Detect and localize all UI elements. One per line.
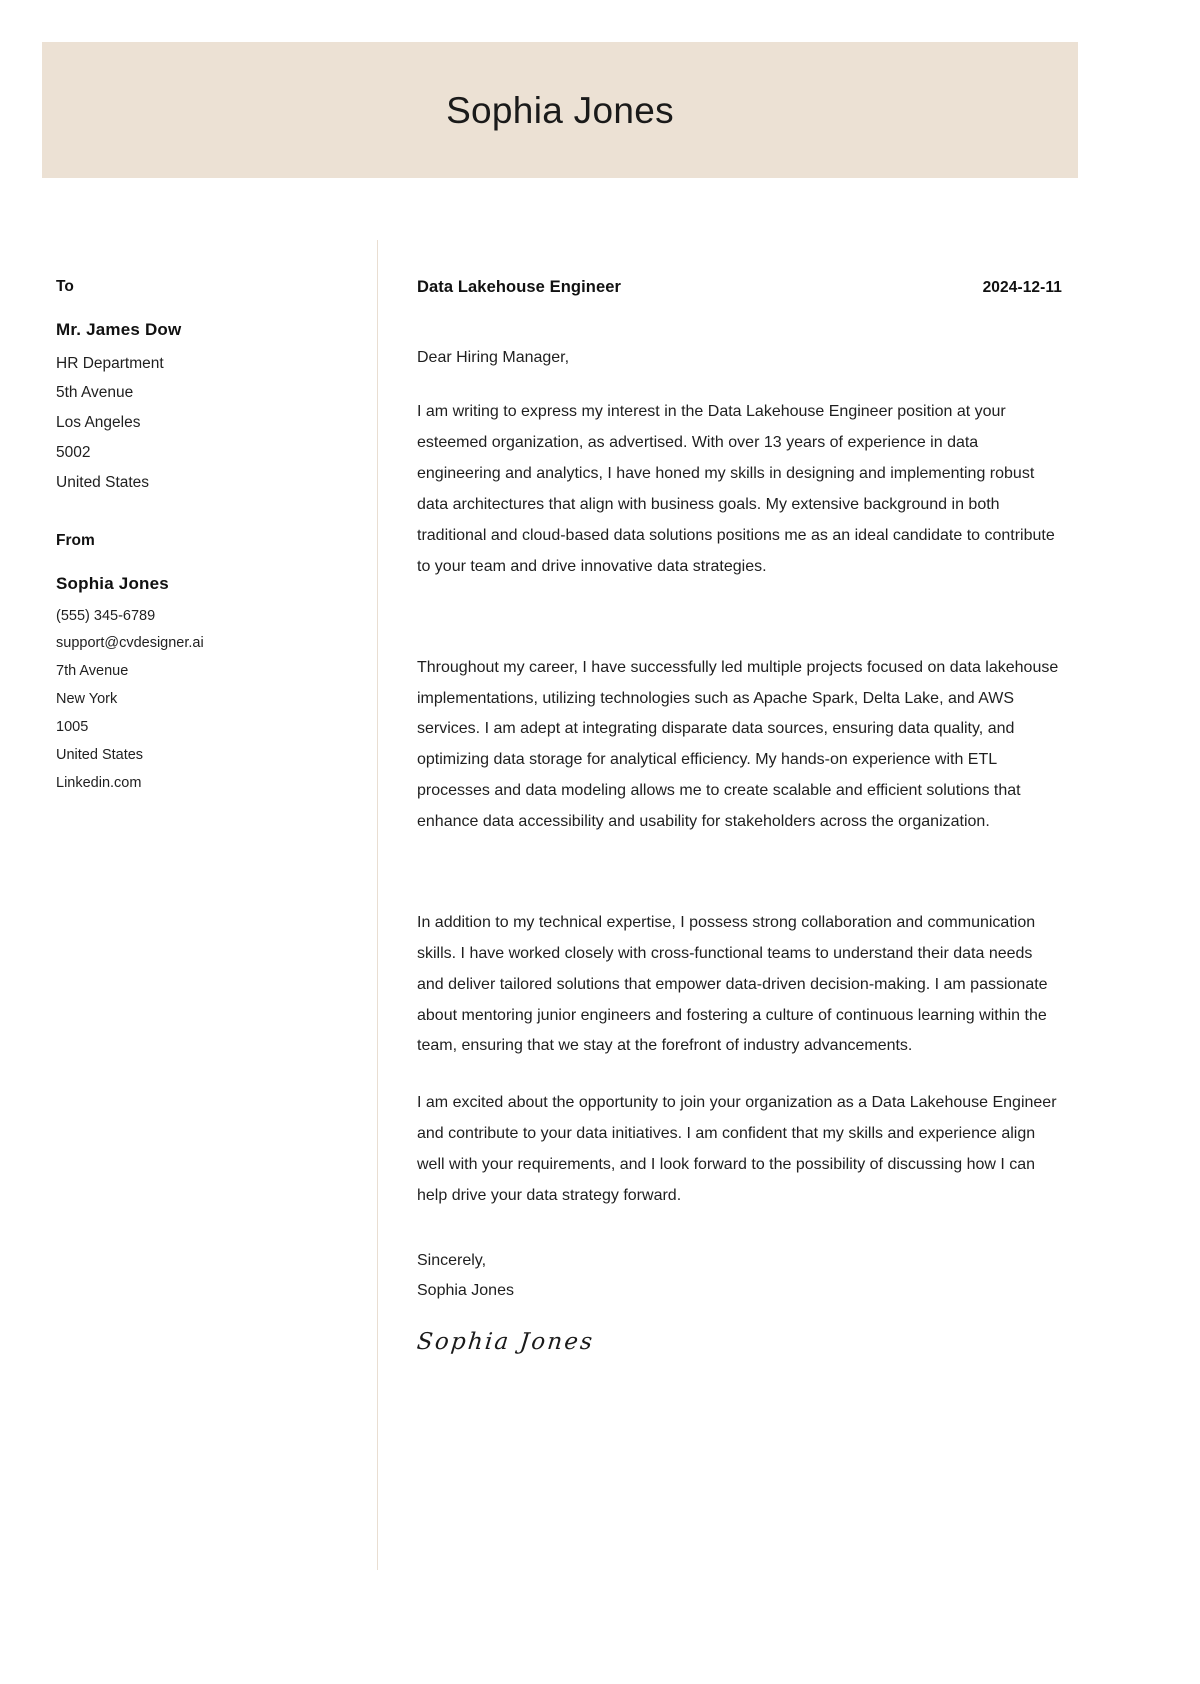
recipient-heading: To (56, 278, 74, 295)
letter-paragraph: Throughout my career, I have successfull… (417, 658, 1059, 831)
closing-salutation: Sincerely, (417, 1251, 487, 1269)
recipient-line: 5002 (56, 444, 91, 462)
sender-heading: From (56, 532, 95, 550)
recipient-line: Los Angeles (56, 414, 141, 432)
recipient-line: United States (56, 474, 150, 492)
sender-line: 7th Avenue (56, 663, 129, 680)
sender-line: United States (56, 746, 144, 763)
letter-paragraph: I am writing to express my interest in t… (417, 403, 1055, 575)
closing-name: Sophia Jones (417, 1282, 514, 1300)
sender-phone: (555) 345-6789 (56, 607, 156, 624)
salutation: Dear Hiring Manager, (417, 349, 570, 366)
signature: Sophia Jones (415, 1328, 596, 1355)
recipient-line: 5th Avenue (56, 384, 134, 402)
recipient-block: To Mr. James Dow HR Department 5th Avenu… (56, 278, 356, 498)
sender-name: Sophia Jones (56, 573, 169, 593)
recipient-line: HR Department (56, 354, 164, 372)
closing-block: Sincerely, Sophia Jones (417, 1246, 1062, 1307)
sender-line: 1005 (56, 718, 89, 735)
letter-body: Data Lakehouse Engineer 2024-12-11 Dear … (415, 278, 1062, 1355)
cover-letter-page: Sophia Jones To Mr. James Dow HR Departm… (0, 0, 1200, 1684)
letter-paragraph: I am excited about the opportunity to jo… (417, 1094, 1057, 1204)
sender-email: support@cvdesigner.ai (56, 635, 204, 652)
column-divider (377, 240, 378, 1570)
header-band: Sophia Jones (42, 42, 1078, 178)
recipient-name: Mr. James Dow (56, 319, 182, 339)
contact-sidebar: To Mr. James Dow HR Department 5th Avenu… (56, 278, 356, 797)
letter-meta-row: Data Lakehouse Engineer 2024-12-11 (417, 278, 1062, 297)
sender-website: Linkedin.com (56, 774, 142, 791)
job-title: Data Lakehouse Engineer (417, 278, 622, 296)
page-title: Sophia Jones (446, 89, 674, 131)
letter-date: 2024-12-11 (982, 279, 1062, 296)
letter-paragraph: In addition to my technical expertise, I… (417, 913, 1048, 1055)
sender-block: From Sophia Jones (555) 345-6789 support… (56, 532, 356, 797)
sender-line: New York (56, 691, 118, 708)
